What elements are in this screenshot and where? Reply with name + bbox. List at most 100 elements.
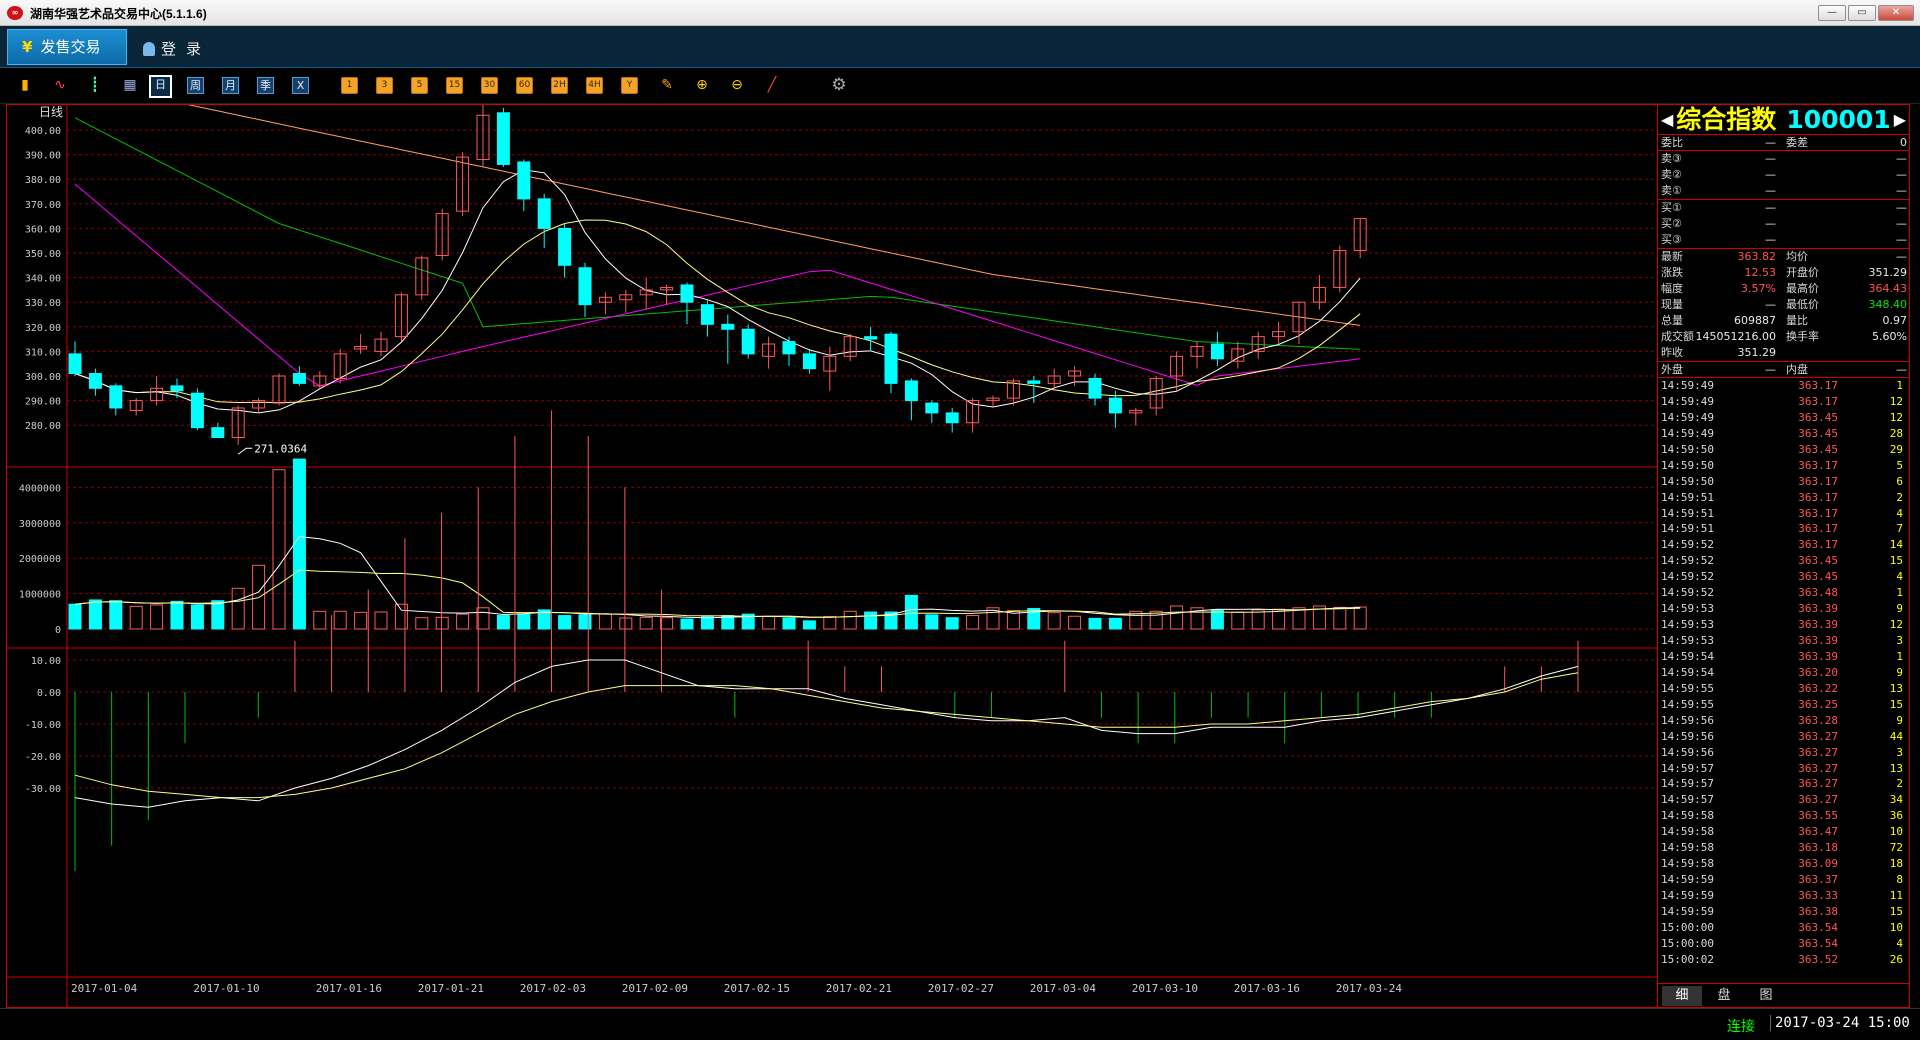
volume-bar xyxy=(333,610,347,630)
ask-label: 卖② xyxy=(1661,168,1682,181)
login-label: 登录 xyxy=(161,40,212,58)
outer-value: — xyxy=(1765,363,1776,376)
gear-icon[interactable]: ⚙ xyxy=(828,75,850,97)
period-3min-button[interactable]: 3 xyxy=(376,77,393,94)
calendar-icon[interactable]: ▦ xyxy=(119,75,141,97)
price-tick-label: 350.00 xyxy=(25,249,61,260)
zoom-in-icon[interactable]: ⊕ xyxy=(691,75,713,97)
tick-time: 14:59:49 xyxy=(1661,410,1714,424)
period-1min-button[interactable]: 1 xyxy=(341,77,358,94)
volume-bar xyxy=(680,618,694,630)
date-tick-label: 2017-01-10 xyxy=(193,982,259,995)
volume-tick-label: 4000000 xyxy=(19,483,61,494)
volume-bar xyxy=(109,600,123,630)
period-custom-button[interactable]: X xyxy=(292,77,309,94)
tick-volume: 8 xyxy=(1896,873,1903,887)
tick-time: 14:59:58 xyxy=(1661,809,1714,823)
tick-list[interactable]: 14:59:49 363.17 1 14:59:49 363.17 12 14:59:49 3… xyxy=(1658,378,1909,968)
bid-row: 买② — — xyxy=(1658,216,1909,232)
tick-price: 363.52 xyxy=(1798,952,1838,966)
tick-price: 363.45 xyxy=(1798,442,1838,456)
tick-volume: 15 xyxy=(1889,554,1903,568)
period-5min-button[interactable]: 5 xyxy=(411,77,428,94)
tick-row: 14:59:59 363.38 15 xyxy=(1658,904,1909,920)
tick-volume: 12 xyxy=(1889,394,1903,408)
maximize-button[interactable]: ▭ xyxy=(1848,5,1876,21)
tick-time: 15:00:02 xyxy=(1661,952,1714,966)
low-pointer xyxy=(237,447,253,455)
tick-price: 363.39 xyxy=(1798,618,1838,632)
stat-value-2: 364.43 xyxy=(1868,282,1908,295)
tick-time: 14:59:53 xyxy=(1661,618,1714,632)
side-tab-chart[interactable]: 图 xyxy=(1746,986,1786,1006)
tick-row: 14:59:52 363.48 1 xyxy=(1658,585,1909,601)
bar-chart-icon[interactable]: ▮ xyxy=(14,75,36,97)
candle-chart-icon[interactable]: ┋ xyxy=(84,75,106,97)
stat-value-2: 351.29 xyxy=(1868,266,1908,279)
ask-row: 卖③ — — xyxy=(1658,151,1909,167)
ask-volume: — xyxy=(1896,168,1907,181)
period-week-button[interactable]: 周 xyxy=(187,77,204,94)
stat-label-2: 最低价 xyxy=(1786,298,1819,311)
macd-tick-label: -30.00 xyxy=(25,784,61,795)
period-day-button[interactable]: 日 xyxy=(149,75,172,98)
close-button[interactable]: ✕ xyxy=(1878,5,1914,21)
tick-volume: 9 xyxy=(1896,602,1903,616)
date-tick-label: 2017-02-03 xyxy=(520,982,586,995)
bid-volume: — xyxy=(1896,201,1907,214)
prev-arrow-icon[interactable]: ◀ xyxy=(1661,110,1673,129)
bid-price: — xyxy=(1765,201,1776,214)
tick-price: 363.54 xyxy=(1798,920,1838,934)
zoom-out-icon[interactable]: ⊖ xyxy=(726,75,748,97)
period-2h-button[interactable]: 2H xyxy=(551,77,568,94)
side-tab-detail[interactable]: 细 xyxy=(1662,986,1702,1006)
tick-price: 363.09 xyxy=(1798,857,1838,871)
price-tick-label: 300.00 xyxy=(25,372,61,383)
tick-price: 363.20 xyxy=(1798,665,1838,679)
price-tick-label: 320.00 xyxy=(25,323,61,334)
tick-time: 14:59:52 xyxy=(1661,554,1714,568)
tick-row: 14:59:57 363.27 2 xyxy=(1658,776,1909,792)
tick-volume: 10 xyxy=(1889,825,1903,839)
side-tab-book[interactable]: 盘 xyxy=(1704,986,1744,1006)
tab-sell-label: 发售交易 xyxy=(40,38,101,56)
candle-body xyxy=(170,385,184,392)
volume-tick-label: 1000000 xyxy=(19,590,61,601)
tick-price: 363.27 xyxy=(1798,761,1838,775)
minimize-button[interactable]: — xyxy=(1818,5,1846,21)
period-month-button[interactable]: 月 xyxy=(222,77,239,94)
stat-row: 昨收 351.29 xyxy=(1658,345,1909,361)
stat-value-2: — xyxy=(1896,250,1907,263)
tab-sell-trade[interactable]: ¥ 发售交易 xyxy=(7,29,127,65)
draw-icon[interactable]: ╱ xyxy=(761,75,783,97)
period-4h-button[interactable]: 4H xyxy=(586,77,603,94)
tick-price: 363.18 xyxy=(1798,841,1838,855)
ma30-line xyxy=(74,117,1361,350)
stat-row: 总量 609887 量比 0.97 xyxy=(1658,313,1909,329)
kline-chart[interactable]: 日线 400.00 390.00 380.00 370.00 360.00 350.00 34… xyxy=(6,104,1658,1009)
edit-icon[interactable]: ✎ xyxy=(656,75,678,97)
tick-time: 14:59:59 xyxy=(1661,904,1714,918)
period-15min-button[interactable]: 15 xyxy=(446,77,463,94)
yen-icon: ¥ xyxy=(22,38,33,56)
period-year-button[interactable]: Y xyxy=(621,77,638,94)
login-link[interactable]: 登录 xyxy=(143,38,211,59)
bid-label: 买① xyxy=(1661,201,1682,214)
volume-bar xyxy=(598,613,612,630)
volume-bar xyxy=(945,617,959,630)
stat-label-2: 均价 xyxy=(1786,250,1808,263)
period-60min-button[interactable]: 60 xyxy=(516,77,533,94)
instrument-name: 综合指数 xyxy=(1676,105,1777,134)
next-arrow-icon[interactable]: ▶ xyxy=(1894,110,1906,129)
top-nav: ¥ 发售交易 登录 xyxy=(0,26,1920,68)
volume-bar xyxy=(700,616,714,630)
price-tick-label: 280.00 xyxy=(25,421,61,432)
period-30min-button[interactable]: 30 xyxy=(481,77,498,94)
line-chart-icon[interactable]: ∿ xyxy=(49,75,71,97)
volume-tick-label: 3000000 xyxy=(19,519,61,530)
tick-time: 14:59:51 xyxy=(1661,522,1714,536)
volume-bar xyxy=(88,599,102,630)
weibi-value: — xyxy=(1765,136,1776,149)
period-quarter-button[interactable]: 季 xyxy=(257,77,274,94)
candle-body xyxy=(292,373,306,384)
